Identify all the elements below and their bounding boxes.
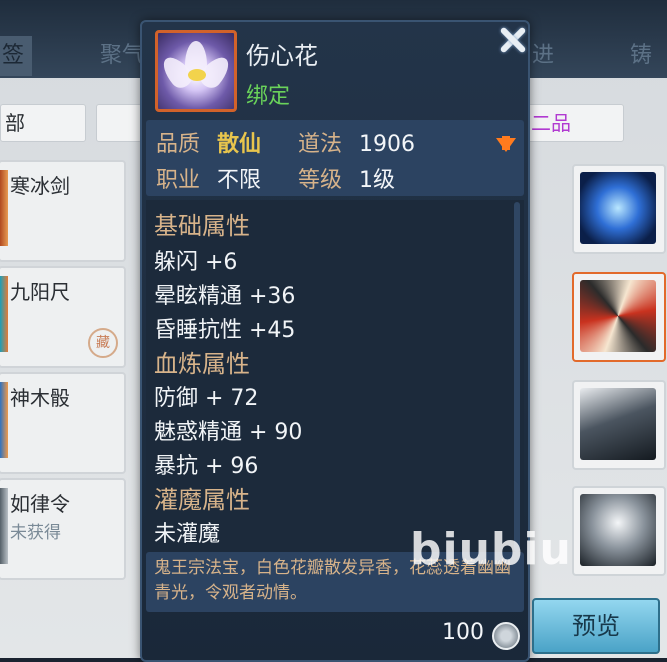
tab-juqi[interactable]: 聚气	[100, 36, 144, 76]
quality-label: 品质	[156, 132, 201, 157]
attribute-line: 晕眩精通 +36	[154, 284, 296, 309]
item-thumbnail	[0, 382, 8, 458]
level-label: 等级	[298, 168, 343, 193]
close-icon[interactable]	[494, 22, 530, 58]
watermark: biubiu	[410, 524, 572, 575]
stats-panel: 品质 散仙 道法 1906 职业 不限 等级 1级	[146, 120, 524, 196]
attribute-list[interactable]: 基础属性 躲闪 +6 晕眩精通 +36 昏睡抗性 +45 血炼属性 防御 + 7…	[146, 200, 524, 554]
attribute-line: 未灌魔	[154, 522, 221, 547]
item-card[interactable]	[572, 272, 666, 362]
attribute-line: 躲闪 +6	[154, 250, 238, 275]
dao-label: 道法	[298, 132, 343, 157]
item-thumbnail	[0, 276, 8, 352]
item-name: 如律令	[10, 492, 70, 516]
attribute-line: 防御 + 72	[154, 386, 259, 411]
item-card[interactable]	[572, 380, 666, 470]
level-value: 1级	[359, 168, 396, 193]
item-thumbnail	[0, 488, 8, 564]
section-heading: 血炼属性	[154, 350, 250, 378]
job-label: 职业	[156, 168, 201, 193]
search-field[interactable]	[96, 104, 142, 142]
section-heading: 基础属性	[154, 212, 250, 240]
item-title: 伤心花	[246, 42, 318, 70]
item-card[interactable]	[572, 486, 666, 576]
cost-value: 100	[442, 620, 484, 645]
item-card[interactable]: 寒冰剑	[0, 160, 126, 262]
quality-value: 散仙	[217, 132, 262, 157]
attribute-line: 魅惑精通 + 90	[154, 420, 303, 445]
attribute-scrollbar[interactable]	[514, 202, 520, 552]
item-card[interactable]: 如律令 未获得	[0, 478, 126, 580]
category-filter[interactable]: 部	[0, 104, 86, 142]
bind-status: 绑定	[246, 84, 291, 109]
item-card[interactable]: 九阳尺 藏	[0, 266, 126, 368]
item-thumbnail	[0, 170, 8, 246]
preview-button[interactable]: 预览	[532, 598, 660, 654]
lotus-flower-icon	[155, 30, 237, 112]
attribute-line: 昏睡抗性 +45	[154, 318, 296, 343]
job-value: 不限	[217, 168, 262, 193]
item-card[interactable]: 神木骰	[0, 372, 126, 474]
orb-artifact-icon	[580, 172, 656, 244]
item-status: 未获得	[10, 523, 61, 543]
item-name: 九阳尺	[10, 280, 70, 304]
lantern-artifact-icon	[580, 494, 656, 566]
down-arrow-icon	[496, 124, 516, 152]
collected-seal-icon: 藏	[88, 328, 118, 358]
tab-left[interactable]: 签	[0, 36, 32, 76]
banner-artifact-icon	[580, 388, 656, 460]
tab-advance[interactable]: 进	[532, 36, 554, 76]
item-card[interactable]	[572, 164, 666, 254]
coin-icon	[492, 622, 520, 650]
grade-filter[interactable]: 二品	[526, 104, 624, 142]
section-heading: 灌魔属性	[154, 486, 250, 514]
dao-value: 1906	[359, 132, 416, 157]
attribute-line: 暴抗 + 96	[154, 454, 259, 479]
item-name: 神木骰	[10, 386, 70, 410]
fan-artifact-icon	[580, 280, 656, 352]
item-name: 寒冰剑	[10, 174, 70, 198]
tab-forge[interactable]: 铸	[630, 36, 652, 76]
